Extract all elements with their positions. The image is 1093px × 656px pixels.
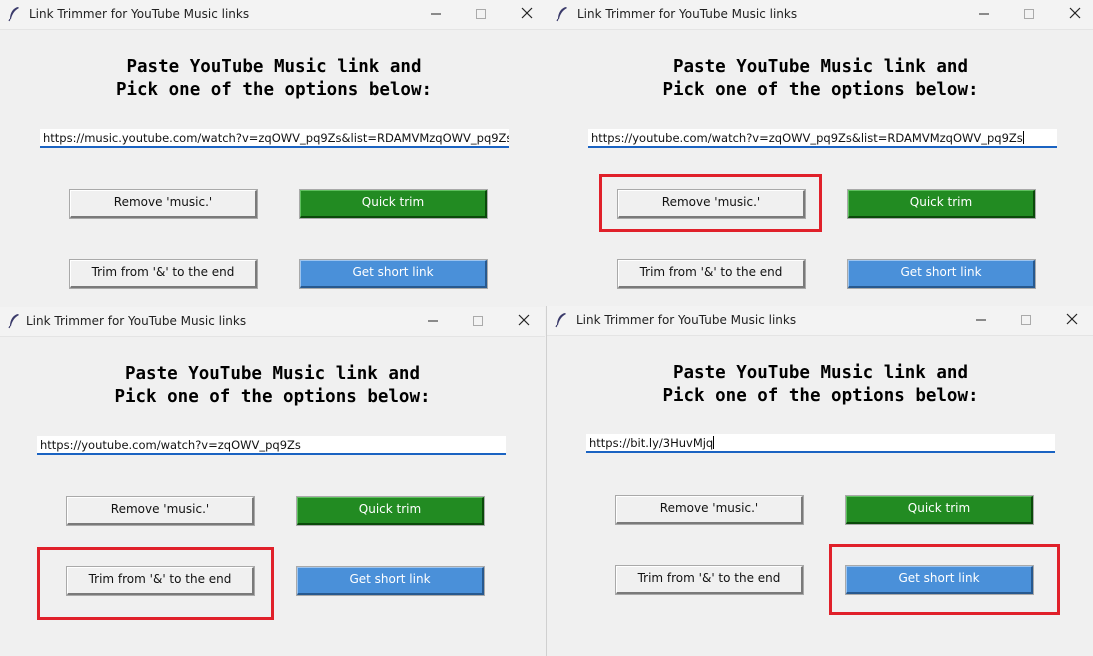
feather-app-icon — [8, 314, 19, 329]
instructions-heading: Paste YouTube Music link and Pick one of… — [662, 363, 979, 406]
close-icon[interactable] — [1065, 5, 1085, 23]
instructions-heading: Paste YouTube Music link and Pick one of… — [662, 57, 979, 100]
title-bar: Link Trimmer for YouTube Music links — [0, 307, 545, 337]
minimize-icon[interactable] — [971, 311, 991, 329]
link-input[interactable]: https://bit.ly/3HuvMjq — [586, 434, 1055, 453]
trim-from-ampersand-button[interactable]: Trim from '&' to the end — [66, 566, 255, 596]
close-icon[interactable] — [1062, 311, 1082, 329]
trim-from-ampersand-button[interactable]: Trim from '&' to the end — [69, 259, 258, 289]
maximize-icon[interactable] — [1019, 5, 1039, 23]
minimize-icon[interactable] — [426, 5, 446, 23]
remove-music-button[interactable]: Remove 'music.' — [66, 496, 255, 526]
link-input[interactable]: https://youtube.com/watch?v=zqOWV_pq9Zs&… — [588, 129, 1057, 148]
feather-app-icon — [556, 7, 567, 22]
window-2: Link Trimmer for YouTube Music links Pas… — [548, 0, 1093, 304]
trim-from-ampersand-button[interactable]: Trim from '&' to the end — [617, 259, 806, 289]
window-title: Link Trimmer for YouTube Music links — [577, 7, 798, 21]
close-icon[interactable] — [514, 312, 534, 330]
get-short-link-button[interactable]: Get short link — [845, 565, 1034, 595]
feather-app-icon — [8, 7, 19, 22]
instructions-heading: Paste YouTube Music link and Pick one of… — [115, 57, 433, 100]
quick-trim-button[interactable]: Quick trim — [296, 496, 485, 526]
minimize-icon[interactable] — [423, 312, 443, 330]
title-bar: Link Trimmer for YouTube Music links — [547, 306, 1093, 336]
remove-music-button[interactable]: Remove 'music.' — [615, 495, 804, 525]
remove-music-button[interactable]: Remove 'music.' — [69, 189, 258, 219]
text-caret — [713, 436, 715, 449]
window-4: Link Trimmer for YouTube Music links Pas… — [546, 306, 1093, 656]
window-3: Link Trimmer for YouTube Music links Pas… — [0, 307, 545, 656]
title-bar: Link Trimmer for YouTube Music links — [0, 0, 548, 30]
get-short-link-button[interactable]: Get short link — [296, 566, 485, 596]
link-input[interactable]: https://music.youtube.com/watch?v=zqOWV_… — [40, 129, 509, 148]
window-title: Link Trimmer for YouTube Music links — [29, 7, 250, 21]
quick-trim-button[interactable]: Quick trim — [847, 189, 1036, 219]
quick-trim-button[interactable]: Quick trim — [845, 495, 1034, 525]
instructions-heading: Paste YouTube Music link and Pick one of… — [114, 364, 431, 407]
close-icon[interactable] — [517, 5, 537, 23]
feather-app-icon — [555, 313, 566, 328]
link-input[interactable]: https://youtube.com/watch?v=zqOWV_pq9Zs — [37, 436, 506, 455]
text-caret — [1022, 131, 1024, 144]
maximize-icon[interactable] — [468, 312, 488, 330]
maximize-icon[interactable] — [471, 5, 491, 23]
minimize-icon[interactable] — [974, 5, 994, 23]
window-1: Link Trimmer for YouTube Music links Pas… — [0, 0, 548, 304]
window-title: Link Trimmer for YouTube Music links — [26, 314, 247, 328]
quick-trim-button[interactable]: Quick trim — [299, 189, 488, 219]
window-title: Link Trimmer for YouTube Music links — [576, 313, 797, 327]
get-short-link-button[interactable]: Get short link — [299, 259, 488, 289]
title-bar: Link Trimmer for YouTube Music links — [548, 0, 1093, 30]
maximize-icon[interactable] — [1016, 311, 1036, 329]
trim-from-ampersand-button[interactable]: Trim from '&' to the end — [615, 565, 804, 595]
remove-music-button[interactable]: Remove 'music.' — [617, 189, 806, 219]
get-short-link-button[interactable]: Get short link — [847, 259, 1036, 289]
